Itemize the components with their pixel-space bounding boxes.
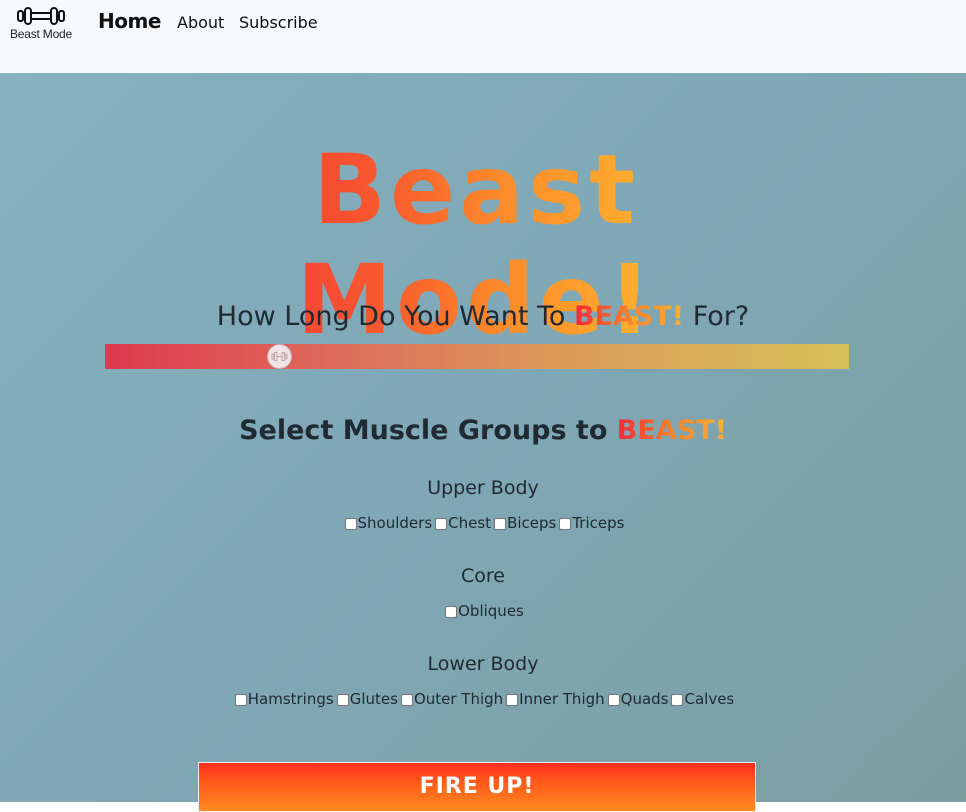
muscle-checkbox-label: Triceps <box>572 514 625 532</box>
duration-heading-suffix: For? <box>684 301 750 332</box>
lower-option-quads[interactable]: Quads <box>605 690 669 708</box>
lower-option-calves[interactable]: Calves <box>668 690 734 708</box>
dumbbell-icon <box>271 352 288 361</box>
fire-up-button[interactable]: FIRE UP! <box>198 762 756 812</box>
core-options: Obliques <box>0 602 966 622</box>
upper-option-biceps[interactable]: Biceps <box>491 514 556 532</box>
muscle-heading-beast: BEAST! <box>616 415 727 446</box>
lower-option-outer-thigh[interactable]: Outer Thigh <box>398 690 503 708</box>
duration-slider-thumb[interactable] <box>267 344 292 369</box>
lower-body-options: Hamstrings Glutes Outer Thigh Inner Thigh Qu… <box>0 690 966 710</box>
upper-option-chest[interactable]: Chest <box>432 514 491 532</box>
muscle-heading-prefix: Select Muscle Groups to <box>239 415 617 446</box>
hero-title-wrap: Beast Mode! <box>170 135 782 355</box>
nav-home-link[interactable]: Home <box>98 9 161 33</box>
muscle-checkbox-label: Inner Thigh <box>519 690 605 708</box>
muscle-checkbox[interactable] <box>336 694 349 706</box>
muscle-checkbox[interactable] <box>671 694 684 706</box>
muscle-checkbox[interactable] <box>445 606 458 618</box>
muscle-checkbox[interactable] <box>607 694 620 706</box>
muscle-checkbox[interactable] <box>559 518 572 530</box>
muscle-checkbox[interactable] <box>400 694 413 706</box>
lower-option-glutes[interactable]: Glutes <box>334 690 398 708</box>
muscle-checkbox-label: Hamstrings <box>247 690 334 708</box>
dumbbell-icon <box>17 7 65 25</box>
muscle-checkbox-label: Quads <box>620 690 669 708</box>
muscle-checkbox-label: Calves <box>684 690 735 708</box>
core-title: Core <box>461 565 505 587</box>
muscle-heading: Select Muscle Groups to BEAST! <box>0 415 966 446</box>
muscle-checkbox[interactable] <box>344 518 357 530</box>
muscle-checkbox-label: Chest <box>448 514 492 532</box>
core-option-obliques[interactable]: Obliques <box>442 602 524 620</box>
duration-slider[interactable] <box>105 344 849 369</box>
muscle-checkbox-label: Obliques <box>458 602 524 620</box>
muscle-checkbox[interactable] <box>506 694 519 706</box>
muscle-checkbox[interactable] <box>234 694 247 706</box>
lower-option-hamstrings[interactable]: Hamstrings <box>232 690 334 708</box>
muscle-checkbox[interactable] <box>494 518 507 530</box>
upper-body-title: Upper Body <box>427 477 539 499</box>
nav-about-link[interactable]: About <box>177 13 224 32</box>
main-content: Beast Mode! How Long Do You Want To BEAS… <box>0 73 966 812</box>
navbar: Beast Mode Home About Subscribe <box>0 0 966 73</box>
upper-body-options: Shoulders Chest Biceps Triceps <box>0 514 966 534</box>
brand-logo[interactable]: Beast Mode <box>4 6 78 41</box>
duration-heading-beast: BEAST! <box>574 301 685 332</box>
muscle-checkbox-label: Biceps <box>507 514 557 532</box>
muscle-checkbox-label: Glutes <box>349 690 398 708</box>
muscle-checkbox[interactable] <box>435 518 448 530</box>
muscle-checkbox-label: Outer Thigh <box>413 690 504 708</box>
lower-body-title: Lower Body <box>427 653 539 675</box>
duration-heading-prefix: How Long Do You Want To <box>216 301 574 332</box>
brand-logo-text: Beast Mode <box>9 27 73 41</box>
lower-option-inner-thigh[interactable]: Inner Thigh <box>503 690 605 708</box>
muscle-checkbox-label: Shoulders <box>357 514 433 532</box>
upper-option-shoulders[interactable]: Shoulders <box>342 514 433 532</box>
duration-heading: How Long Do You Want To BEAST! For? <box>0 301 966 332</box>
nav-subscribe-link[interactable]: Subscribe <box>239 13 318 32</box>
upper-option-triceps[interactable]: Triceps <box>556 514 624 532</box>
